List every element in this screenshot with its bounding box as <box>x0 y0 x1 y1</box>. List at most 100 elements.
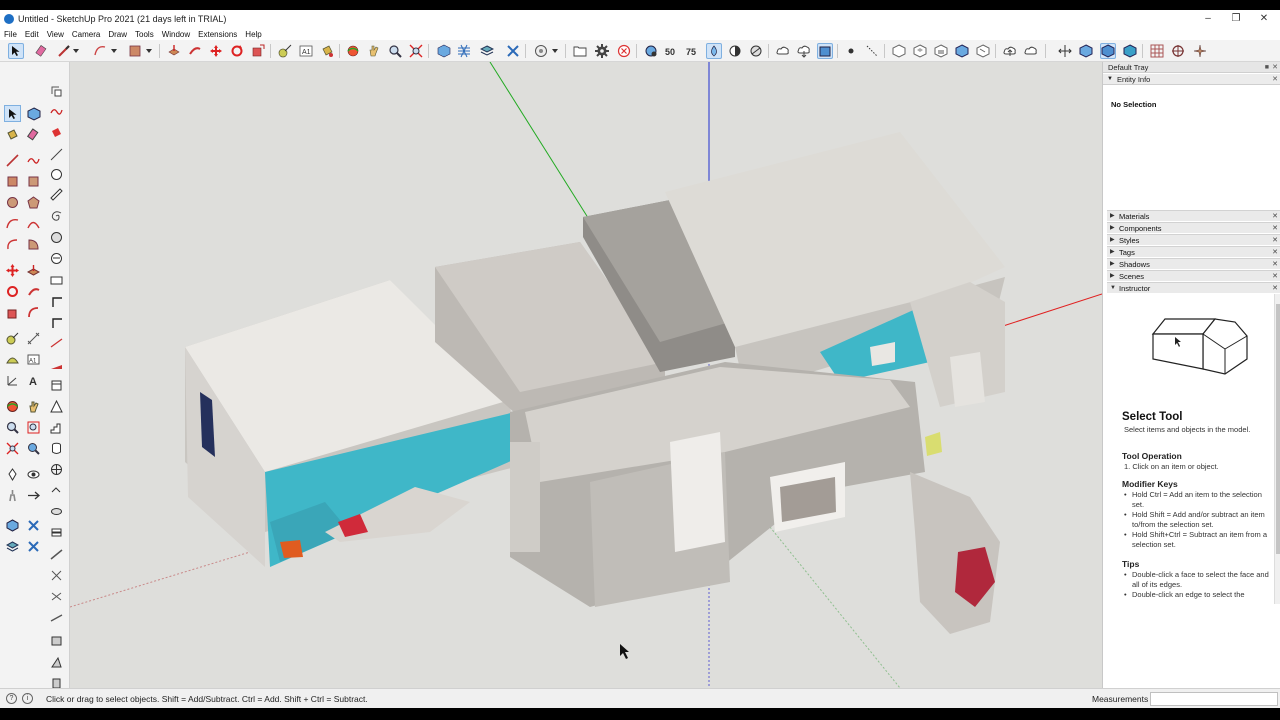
paint-icon[interactable] <box>48 124 65 141</box>
freehand-curve-icon[interactable] <box>48 103 65 120</box>
position-camera-icon[interactable] <box>4 466 21 483</box>
move-icon[interactable] <box>208 43 224 59</box>
pie-icon[interactable] <box>25 236 42 253</box>
stop-icon[interactable] <box>616 43 632 59</box>
polygon-icon[interactable] <box>25 194 42 211</box>
extrude-icon[interactable] <box>48 250 65 267</box>
eraser-tool-icon[interactable] <box>25 126 42 143</box>
components-icon[interactable] <box>436 43 452 59</box>
minimize-button[interactable]: – <box>1194 10 1222 28</box>
crosshair-icon[interactable] <box>1170 43 1186 59</box>
loft-icon[interactable] <box>48 272 65 289</box>
move-tool-icon[interactable] <box>4 262 21 279</box>
section-plane-tool-icon[interactable] <box>25 487 42 504</box>
zoom-window-icon[interactable] <box>25 419 42 436</box>
two-point-arc-icon[interactable] <box>25 215 42 232</box>
menu-file[interactable]: File <box>4 30 17 39</box>
layers-icon[interactable] <box>479 43 495 59</box>
front-view-icon[interactable] <box>933 43 949 59</box>
wedge-icon[interactable] <box>48 356 65 373</box>
warehouse-icon[interactable] <box>533 43 549 59</box>
spiral-icon[interactable] <box>48 208 65 225</box>
zoom-tool-icon[interactable] <box>4 419 21 436</box>
compass-icon[interactable] <box>1192 43 1208 59</box>
axes-tool-icon[interactable] <box>4 372 21 389</box>
tape-measure-icon[interactable] <box>277 43 293 59</box>
line-tool-icon[interactable] <box>48 146 65 163</box>
previous-view-icon[interactable] <box>25 440 42 457</box>
sandbox-icon[interactable] <box>456 43 472 59</box>
orbit-icon[interactable] <box>345 43 361 59</box>
top-view-icon[interactable] <box>912 43 928 59</box>
panel-close-button[interactable]: ✕ <box>1272 259 1278 270</box>
menu-camera[interactable]: Camera <box>72 30 100 39</box>
chevron-down-icon[interactable] <box>549 43 561 59</box>
three-point-arc-icon[interactable] <box>4 236 21 253</box>
panel-scenes[interactable]: ▶ Scenes ✕ <box>1107 270 1280 281</box>
xray-icon[interactable] <box>706 43 722 59</box>
info-icon[interactable]: i <box>22 693 33 704</box>
model-viewport[interactable] <box>70 62 1102 688</box>
panel-close-button[interactable]: ✕ <box>1272 283 1278 294</box>
arc-tool-icon[interactable] <box>4 215 21 232</box>
scale-tool-icon[interactable] <box>4 304 21 321</box>
make-component-icon[interactable] <box>25 105 42 122</box>
cloud-sync-icon[interactable] <box>1023 43 1039 59</box>
select-arrow-icon[interactable] <box>8 43 24 59</box>
right-view-icon[interactable] <box>954 43 970 59</box>
panel-close-button[interactable]: ✕ <box>1272 223 1278 234</box>
paint-bucket-tool-icon[interactable] <box>4 126 21 143</box>
stack-icon[interactable] <box>48 524 65 541</box>
walk-icon[interactable] <box>4 487 21 504</box>
tray-close-button[interactable]: ✕ <box>1272 62 1278 73</box>
knife-icon[interactable] <box>48 609 65 626</box>
scale-icon[interactable] <box>250 43 266 59</box>
menu-window[interactable]: Window <box>162 30 190 39</box>
scrollbar-thumb[interactable] <box>1276 304 1280 554</box>
backedges-icon[interactable] <box>727 43 743 59</box>
iso-view-icon[interactable] <box>891 43 907 59</box>
layers-tool-icon[interactable] <box>4 538 21 555</box>
scan-icon[interactable] <box>643 43 659 59</box>
instructor-scrollbar[interactable] <box>1274 294 1280 604</box>
globe-icon[interactable] <box>48 461 65 478</box>
panel-styles[interactable]: ▶ Styles ✕ <box>1107 234 1280 245</box>
axes-icon[interactable] <box>1057 43 1073 59</box>
follow-me-icon[interactable] <box>187 43 203 59</box>
scissors-2-icon[interactable] <box>48 588 65 605</box>
text-icon[interactable]: A1 <box>298 43 314 59</box>
flip-icon[interactable] <box>48 654 65 671</box>
solid-tools-icon[interactable] <box>505 43 521 59</box>
panel-close-button[interactable]: ✕ <box>1272 271 1278 282</box>
corner-2-icon[interactable] <box>48 314 65 331</box>
pyramid-icon[interactable] <box>48 398 65 415</box>
chevron-down-icon[interactable] <box>143 43 155 59</box>
menu-extensions[interactable]: Extensions <box>198 30 237 39</box>
push-pull-tool-icon[interactable] <box>25 262 42 279</box>
look-around-icon[interactable] <box>25 466 42 483</box>
zoom-icon[interactable] <box>387 43 403 59</box>
rotate-3d-icon[interactable] <box>48 82 65 99</box>
rectangle-icon[interactable] <box>4 173 21 190</box>
chevron-down-icon[interactable] <box>70 43 82 59</box>
camera-icon[interactable] <box>817 43 833 59</box>
rotate-tool-icon[interactable] <box>4 283 21 300</box>
menu-help[interactable]: Help <box>245 30 261 39</box>
section-fill-icon[interactable] <box>1122 43 1138 59</box>
sphere-icon[interactable] <box>48 166 65 183</box>
torus-icon[interactable] <box>48 503 65 520</box>
solid-tools-tool-icon[interactable] <box>25 538 42 555</box>
measurements-input[interactable] <box>1150 692 1278 706</box>
push-pull-icon[interactable] <box>166 43 182 59</box>
close-button[interactable]: ✕ <box>1250 10 1278 28</box>
help-icon[interactable]: ? <box>6 693 17 704</box>
line-draw-icon[interactable] <box>4 152 21 169</box>
cylinder-icon[interactable] <box>48 440 65 457</box>
stamp-icon[interactable] <box>48 632 65 649</box>
cube-frame-icon[interactable] <box>48 377 65 394</box>
follow-me-tool-icon[interactable] <box>25 283 42 300</box>
offset-icon[interactable] <box>25 304 42 321</box>
maximize-button[interactable]: ❐ <box>1222 10 1250 28</box>
ruler-icon[interactable] <box>48 186 65 203</box>
circle-icon[interactable] <box>4 194 21 211</box>
